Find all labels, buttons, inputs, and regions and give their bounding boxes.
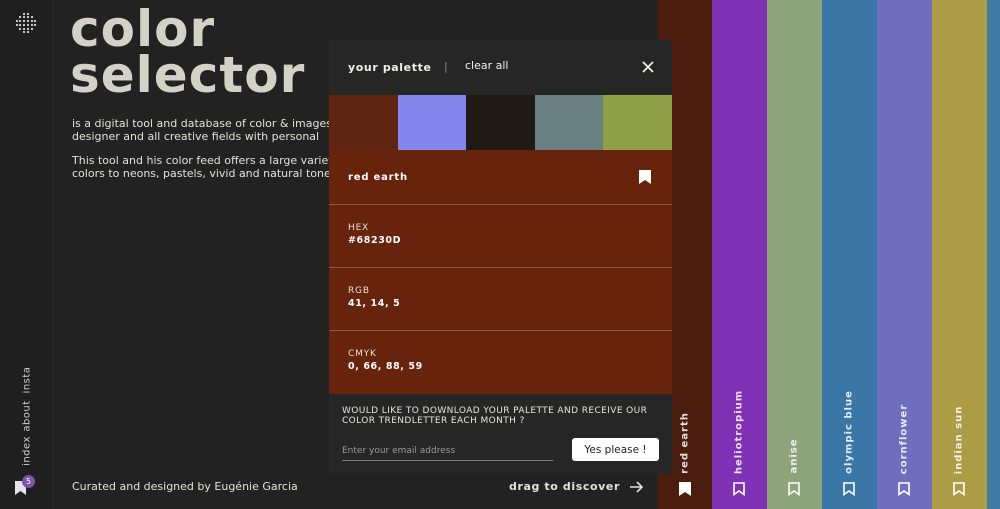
close-icon[interactable] [641,60,655,74]
palette-panel: your palette | clear all red earth HEX #… [329,40,672,474]
color-detail: red earth HEX #68230D RGB 41, 14, 5 CMYK… [329,150,672,394]
newsletter-text: WOULD LIKE TO DOWNLOAD YOUR PALETTE AND … [342,406,648,426]
divider [329,204,672,205]
drag-to-discover-link[interactable]: drag to discover [509,480,644,493]
bookmark-icon[interactable] [733,482,745,496]
color-strip-label: olympic blue [843,390,855,474]
color-strip[interactable]: anise [767,0,822,509]
palette-swatch[interactable] [329,95,398,150]
palette-swatch[interactable] [534,95,604,150]
rgb-value[interactable]: 41, 14, 5 [348,298,400,309]
credit-text: Curated and designed by Eugénie Garcia [72,480,298,493]
bookmark-icon[interactable] [898,482,910,496]
hex-value[interactable]: #68230D [348,235,401,246]
bookmark-icon[interactable] [953,482,965,496]
bookmark-count-badge: 5 [22,475,35,488]
saved-bookmarks-button[interactable]: 5 [13,475,37,500]
divider [329,330,672,331]
palette-swatch[interactable] [466,95,535,150]
logo-dots-icon[interactable] [15,12,37,34]
left-rail: insta about index 5 [0,0,53,509]
cmyk-value[interactable]: 0, 66, 88, 59 [348,361,423,372]
palette-header: your palette | clear all [329,40,672,95]
subscribe-button[interactable]: Yes please ! [572,438,659,461]
color-strip-label: heliotropium [733,389,745,474]
divider [329,267,672,268]
palette-title: your palette [348,61,432,74]
bookmark-icon[interactable] [679,482,691,496]
clear-all-button[interactable]: clear all [465,59,508,72]
palette-swatches [329,95,672,150]
color-strip[interactable]: cornflower [877,0,932,509]
bookmark-icon[interactable] [843,482,855,496]
nav-link-index[interactable]: index [22,436,33,466]
palette-swatch[interactable] [397,95,467,150]
color-strip-label: indian sun [953,405,965,474]
cmyk-label: CMYK [348,349,377,359]
nav-link-insta[interactable]: insta [22,367,33,394]
rgb-label: RGB [348,286,370,296]
nav-link-about[interactable]: about [22,400,33,431]
bookmark-icon[interactable] [639,170,651,184]
color-strip[interactable]: olympic blue [822,0,877,509]
color-strip-label: anise [788,438,800,474]
color-strip[interactable]: indian sun [932,0,987,509]
color-strip[interactable]: heliotropium [712,0,767,509]
email-input[interactable] [342,441,553,461]
color-strip-label: cornflower [898,403,910,474]
drag-label: drag to discover [509,480,620,493]
selected-color-name: red earth [348,172,408,183]
arrow-right-icon [630,480,644,493]
palette-swatch[interactable] [603,95,672,150]
color-strip[interactable] [987,0,1000,509]
newsletter-form: WOULD LIKE TO DOWNLOAD YOUR PALETTE AND … [329,394,672,474]
bookmark-icon[interactable] [788,482,800,496]
color-strip-label: red earth [679,412,691,474]
header-separator: | [444,60,448,73]
hex-label: HEX [348,223,370,233]
